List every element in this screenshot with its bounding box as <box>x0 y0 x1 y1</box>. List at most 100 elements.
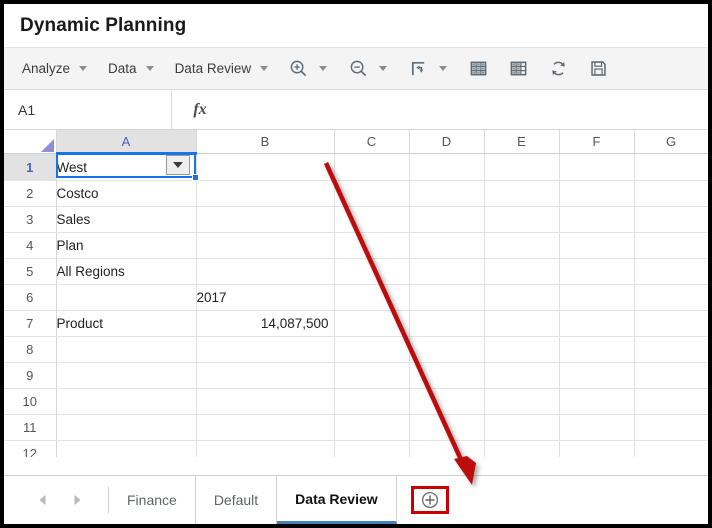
cell-g10[interactable] <box>634 388 708 415</box>
cell-c2[interactable] <box>334 180 410 207</box>
cell-a10[interactable] <box>56 388 197 415</box>
cell-a4[interactable]: Plan <box>56 232 197 259</box>
cell-b4[interactable] <box>196 232 335 259</box>
cell-g1[interactable] <box>634 153 708 181</box>
cell-d3[interactable] <box>409 206 485 233</box>
cell-f1[interactable] <box>559 153 635 181</box>
sheet-next-button[interactable] <box>60 485 94 515</box>
cell-g3[interactable] <box>634 206 708 233</box>
cell-g9[interactable] <box>634 362 708 389</box>
cell-a12[interactable] <box>56 440 197 457</box>
cell-dropdown-button[interactable] <box>166 155 190 175</box>
row-header-6[interactable]: 6 <box>4 284 57 311</box>
cell-b7[interactable]: 14,087,500 <box>196 310 335 337</box>
cell-e8[interactable] <box>484 336 560 363</box>
row-header-3[interactable]: 3 <box>4 206 57 233</box>
cell-b9[interactable] <box>196 362 335 389</box>
cell-b12[interactable] <box>196 440 335 457</box>
row-header-4[interactable]: 4 <box>4 232 57 259</box>
cell-f12[interactable] <box>559 440 635 457</box>
zoom-out-options-button[interactable] <box>375 55 391 83</box>
cell-d12[interactable] <box>409 440 485 457</box>
menu-data-review[interactable]: Data Review <box>171 55 272 83</box>
cell-g5[interactable] <box>634 258 708 285</box>
cell-e7[interactable] <box>484 310 560 337</box>
cell-b8[interactable] <box>196 336 335 363</box>
name-box[interactable]: A1 <box>4 90 172 129</box>
cell-c5[interactable] <box>334 258 410 285</box>
cell-b2[interactable] <box>196 180 335 207</box>
cell-c8[interactable] <box>334 336 410 363</box>
cell-f2[interactable] <box>559 180 635 207</box>
grid-view-button[interactable] <box>465 55 491 83</box>
cell-c11[interactable] <box>334 414 410 441</box>
swap-dimension-button[interactable] <box>405 55 431 83</box>
cell-f5[interactable] <box>559 258 635 285</box>
cell-c12[interactable] <box>334 440 410 457</box>
cell-f7[interactable] <box>559 310 635 337</box>
row-header-1[interactable]: 1 <box>4 153 57 181</box>
menu-analyze[interactable]: Analyze <box>18 55 90 83</box>
cell-e1[interactable] <box>484 153 560 181</box>
save-button[interactable] <box>585 55 611 83</box>
cell-e3[interactable] <box>484 206 560 233</box>
cell-b1[interactable] <box>196 153 335 181</box>
row-header-12[interactable]: 12 <box>4 440 57 457</box>
cell-c4[interactable] <box>334 232 410 259</box>
cell-f10[interactable] <box>559 388 635 415</box>
swap-dimension-options-button[interactable] <box>435 55 451 83</box>
cell-c3[interactable] <box>334 206 410 233</box>
column-header-f[interactable]: F <box>559 130 635 154</box>
cell-d11[interactable] <box>409 414 485 441</box>
insert-function-button[interactable]: fx <box>172 90 228 129</box>
cell-b5[interactable] <box>196 258 335 285</box>
row-header-11[interactable]: 11 <box>4 414 57 441</box>
select-all-corner[interactable] <box>4 130 57 154</box>
cell-g7[interactable] <box>634 310 708 337</box>
cell-g11[interactable] <box>634 414 708 441</box>
sheet-tab-finance[interactable]: Finance <box>109 476 196 524</box>
formula-input[interactable] <box>228 90 708 129</box>
cell-a7[interactable]: Product <box>56 310 197 337</box>
cell-b11[interactable] <box>196 414 335 441</box>
cell-d2[interactable] <box>409 180 485 207</box>
cell-d8[interactable] <box>409 336 485 363</box>
cell-e2[interactable] <box>484 180 560 207</box>
column-header-a[interactable]: A <box>56 130 197 155</box>
cell-d4[interactable] <box>409 232 485 259</box>
cell-e5[interactable] <box>484 258 560 285</box>
zoom-out-button[interactable] <box>345 55 371 83</box>
cell-e10[interactable] <box>484 388 560 415</box>
cell-c1[interactable] <box>334 153 410 181</box>
sheet-tab-data-review[interactable]: Data Review <box>277 476 397 524</box>
cell-e9[interactable] <box>484 362 560 389</box>
table-view-button[interactable] <box>505 55 531 83</box>
cell-d1[interactable] <box>409 153 485 181</box>
cell-g12[interactable] <box>634 440 708 457</box>
cell-e6[interactable] <box>484 284 560 311</box>
column-header-d[interactable]: D <box>409 130 485 154</box>
cell-a3[interactable]: Sales <box>56 206 197 233</box>
cell-c10[interactable] <box>334 388 410 415</box>
cell-a6[interactable] <box>56 284 197 311</box>
add-sheet-button[interactable] <box>410 486 449 514</box>
cell-d6[interactable] <box>409 284 485 311</box>
cell-g6[interactable] <box>634 284 708 311</box>
cell-f6[interactable] <box>559 284 635 311</box>
cell-a9[interactable] <box>56 362 197 389</box>
cell-f8[interactable] <box>559 336 635 363</box>
cell-f4[interactable] <box>559 232 635 259</box>
sheet-tab-default[interactable]: Default <box>196 476 278 524</box>
row-header-8[interactable]: 8 <box>4 336 57 363</box>
column-header-e[interactable]: E <box>484 130 560 154</box>
row-header-10[interactable]: 10 <box>4 388 57 415</box>
cell-c6[interactable] <box>334 284 410 311</box>
cell-a5[interactable]: All Regions <box>56 258 197 285</box>
cell-c7[interactable] <box>334 310 410 337</box>
cell-b6[interactable]: 2017 <box>196 284 335 311</box>
cell-f3[interactable] <box>559 206 635 233</box>
sheet-prev-button[interactable] <box>26 485 60 515</box>
cell-b3[interactable] <box>196 206 335 233</box>
cell-g4[interactable] <box>634 232 708 259</box>
cell-e4[interactable] <box>484 232 560 259</box>
